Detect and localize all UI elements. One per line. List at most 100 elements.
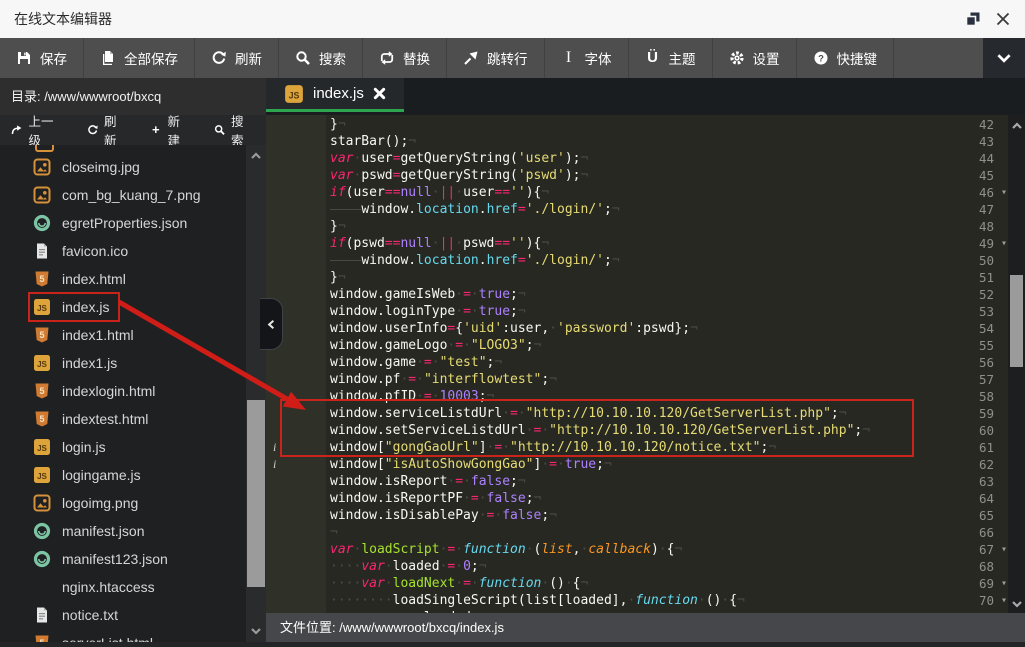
file-name: favicon.ico: [62, 243, 128, 259]
editor-scroll-thumb[interactable]: [1010, 275, 1023, 367]
fold-toggle-icon[interactable]: ▾: [1001, 541, 1007, 558]
code-line-55[interactable]: window.gameLogo·=·"LOGO3";¬: [330, 337, 990, 354]
file-name: index.html: [62, 271, 126, 287]
code-line-50[interactable]: ————window.location.href='./login/';¬: [330, 252, 990, 269]
toolbar-button-goto-line[interactable]: 跳转行: [447, 38, 545, 78]
file-item-manifest123.json[interactable]: manifest123.json: [0, 545, 246, 573]
file-item-indexlogin.html[interactable]: 5indexlogin.html: [0, 377, 246, 405]
toolbar-button-refresh[interactable]: 刷新: [195, 38, 279, 78]
file-item-closeimg.jpg[interactable]: closeimg.jpg: [0, 153, 246, 181]
file-item-index1.js[interactable]: JSindex1.js: [0, 349, 246, 377]
code-line-44[interactable]: var·user=getQueryString('user');¬: [330, 150, 990, 167]
code-line-49[interactable]: if(pswd==null·||·pswd==''){¬: [330, 235, 990, 252]
code-line-63[interactable]: window.isReport·=·false;¬: [330, 473, 990, 490]
plus-icon: +: [150, 124, 162, 136]
file-item-indextest.html[interactable]: 5indextest.html: [0, 405, 246, 433]
code-line-56[interactable]: window.game·=·"test";¬: [330, 354, 990, 371]
toolbar-expand-button[interactable]: [983, 38, 1025, 78]
fold-toggle-icon[interactable]: ▾: [1001, 184, 1007, 201]
sidebar-collapse-handle[interactable]: [260, 298, 283, 350]
file-name: egretProperties.json: [62, 215, 187, 231]
fold-toggle-icon[interactable]: ▾: [1001, 575, 1007, 592]
code-line-69[interactable]: ····var·loadNext·=·function·()·{¬: [330, 575, 990, 592]
toolbar-button-save-all[interactable]: 全部保存: [84, 38, 195, 78]
code-line-57[interactable]: window.pf·=·"interflowtest";¬: [330, 371, 990, 388]
toolbar-button-search[interactable]: 搜索: [279, 38, 363, 78]
code-line-66[interactable]: ¬: [330, 524, 990, 541]
scroll-down-icon[interactable]: [246, 623, 266, 639]
code-line-59[interactable]: window.serviceListdUrl·=·"http://10.10.1…: [330, 405, 990, 422]
file-item-favicon.ico[interactable]: favicon.ico: [0, 237, 246, 265]
nav-button-up-level[interactable]: 上一级: [0, 115, 76, 145]
js-file-icon: JS: [284, 84, 304, 104]
tab-close-icon[interactable]: [373, 87, 386, 100]
code-line-53[interactable]: window.loginType·=·true;¬: [330, 303, 990, 320]
code-line-45[interactable]: var·pswd=getQueryString('pswd');¬: [330, 167, 990, 184]
code-editor[interactable]: 4243444546▾474849▾5051525354555657585960…: [266, 115, 1008, 613]
file-item-serverList.html[interactable]: 5serverList.html: [0, 629, 246, 642]
file-item-index.js[interactable]: JSindex.js: [0, 293, 246, 321]
code-line-68[interactable]: ····var·loaded·=·0;¬: [330, 558, 990, 575]
code-line-64[interactable]: window.isReportPF·=·false;¬: [330, 490, 990, 507]
file-name: nginx.htaccess: [62, 579, 155, 595]
code-line-60[interactable]: window.setServiceListdUrl·=·"http://10.1…: [330, 422, 990, 439]
file-item-index1.html[interactable]: 5index1.html: [0, 321, 246, 349]
code-line-61[interactable]: window["gongGaoUrl"]·=·"http://10.10.10.…: [330, 439, 990, 456]
code-line-52[interactable]: window.gameIsWeb·=·true;¬: [330, 286, 990, 303]
code-line-42[interactable]: }¬: [330, 116, 990, 133]
file-name: serverList.html: [62, 635, 153, 642]
toolbar-button-theme[interactable]: Ü主题: [629, 38, 713, 78]
image-file-icon: [33, 158, 51, 176]
toolbar-button-font[interactable]: I字体: [545, 38, 629, 78]
chevron-down-icon: [995, 49, 1013, 67]
code-line-51[interactable]: }¬: [330, 269, 990, 286]
code-line-67[interactable]: var·loadScript·=·function·(list,·callbac…: [330, 541, 990, 558]
file-item-notice.txt[interactable]: notice.txt: [0, 601, 246, 629]
json-file-icon: [33, 214, 51, 232]
nav-button-search[interactable]: 搜索: [203, 115, 266, 145]
toolbar-button-label: 跳转行: [487, 48, 528, 68]
sidebar-scroll-thumb[interactable]: [247, 400, 265, 587]
code-line-58[interactable]: window.pfID·=·10003;¬: [330, 388, 990, 405]
toolbar-button-help[interactable]: ?快捷键: [797, 38, 895, 78]
code-line-65[interactable]: window.isDisablePay·=·false;¬: [330, 507, 990, 524]
sidebar-scrollbar[interactable]: [246, 145, 266, 642]
window-bottom-edge: [0, 642, 1025, 647]
code-line-70[interactable]: ········loadSingleScript(list[loaded],·f…: [330, 592, 990, 609]
toolbar-button-save[interactable]: 保存: [0, 38, 84, 78]
tab-index-js[interactable]: JS index.js: [266, 78, 404, 112]
file-item-login.js[interactable]: JSlogin.js: [0, 433, 246, 461]
code-line-46[interactable]: if(user==null·||·user==''){¬: [330, 184, 990, 201]
nav-button-plus[interactable]: +新建: [139, 115, 202, 145]
file-item-index.html[interactable]: 5index.html: [0, 265, 246, 293]
close-window-icon[interactable]: [993, 9, 1013, 29]
toolbar-button-label: 搜索: [319, 48, 346, 68]
scroll-up-icon[interactable]: [246, 148, 266, 164]
file-item-egretProperties.json[interactable]: egretProperties.json: [0, 209, 246, 237]
font-icon: I: [561, 50, 577, 66]
toolbar-button-replace[interactable]: 替换: [363, 38, 447, 78]
fold-toggle-icon[interactable]: ▾: [1001, 592, 1007, 609]
toolbar-button-settings[interactable]: 设置: [713, 38, 797, 78]
code-line-43[interactable]: starBar();¬: [330, 133, 990, 150]
fold-toggle-icon[interactable]: ▾: [1001, 235, 1007, 252]
editor-scrollbar[interactable]: [1008, 115, 1025, 613]
html-file-icon: 5: [33, 382, 51, 400]
code-line-48[interactable]: }¬: [330, 218, 990, 235]
code-line-62[interactable]: window["isAutoShowGongGao"]·=·true;¬: [330, 456, 990, 473]
file-item-logoimg.png[interactable]: logoimg.png: [0, 489, 246, 517]
restore-window-icon[interactable]: [963, 9, 983, 29]
nav-button-refresh[interactable]: 刷新: [76, 115, 139, 145]
file-item-com_bg_kuang_7.png[interactable]: com_bg_kuang_7.png: [0, 181, 246, 209]
scroll-down-icon[interactable]: [1008, 596, 1025, 612]
scroll-up-icon[interactable]: [1008, 118, 1025, 134]
code-line-54[interactable]: window.userInfo={'uid':user,·'password':…: [330, 320, 990, 337]
svg-text:JS: JS: [37, 472, 47, 481]
code-line-47[interactable]: ————window.location.href='./login/';¬: [330, 201, 990, 218]
file-item-logingame.js[interactable]: JSlogingame.js: [0, 461, 246, 489]
svg-text:JS: JS: [37, 444, 47, 453]
svg-text:JS: JS: [37, 360, 47, 369]
file-item-manifest.json[interactable]: manifest.json: [0, 517, 246, 545]
nav-button-label: 新建: [168, 111, 192, 149]
file-item-nginx.htaccess[interactable]: nginx.htaccess: [0, 573, 246, 601]
